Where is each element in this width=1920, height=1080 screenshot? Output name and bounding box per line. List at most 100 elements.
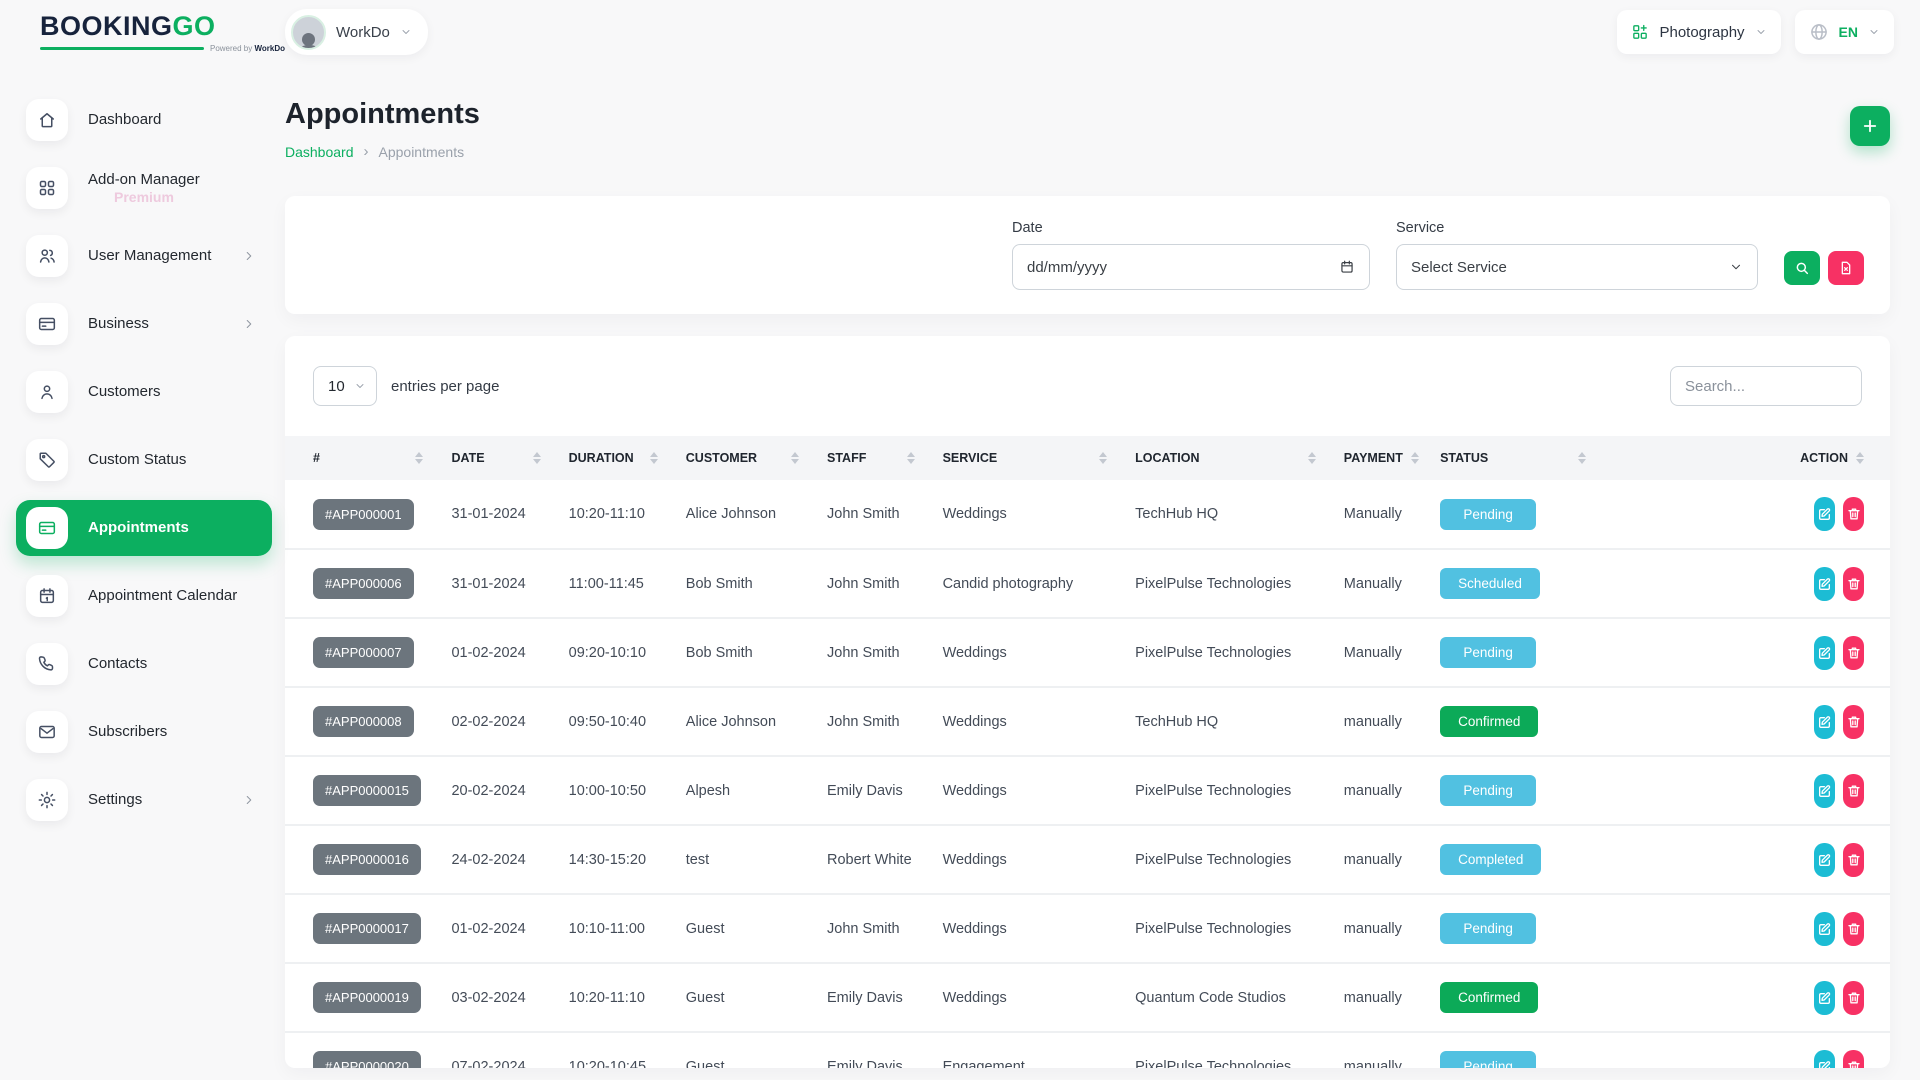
sort-icon [907, 452, 915, 464]
sidebar-item-label: Appointments [88, 519, 189, 536]
cell-payment: manually [1330, 894, 1426, 963]
cell-customer: Guest [672, 894, 813, 963]
cell-location: TechHub HQ [1121, 687, 1330, 756]
service-select[interactable]: Select Service [1396, 244, 1758, 290]
cell-payment: Manually [1330, 618, 1426, 687]
column-header-location[interactable]: LOCATION [1121, 436, 1330, 480]
cell-location: Quantum Code Studios [1121, 963, 1330, 1032]
entries-per-page-value: 10 [328, 378, 345, 395]
column-header-payment[interactable]: PAYMENT [1330, 436, 1426, 480]
apply-filter-button[interactable] [1784, 251, 1820, 285]
cell-duration: 09:20-10:10 [555, 618, 672, 687]
reset-filter-button[interactable] [1828, 251, 1864, 285]
delete-button[interactable] [1843, 567, 1864, 601]
delete-button[interactable] [1843, 497, 1864, 531]
edit-button[interactable] [1814, 774, 1835, 808]
cell-service: Candid photography [929, 549, 1122, 618]
cell-staff: John Smith [813, 894, 929, 963]
sidebar-item-appointments[interactable]: Appointments [16, 500, 272, 556]
sidebar-item-dashboard[interactable]: Dashboard [16, 92, 272, 148]
sidebar-item-settings[interactable]: Settings [16, 772, 272, 828]
business-switcher-dropdown[interactable]: Photography [1617, 10, 1780, 54]
delete-button[interactable] [1843, 705, 1864, 739]
column-header-status[interactable]: STATUS [1426, 436, 1800, 480]
column-header-date[interactable]: DATE [437, 436, 554, 480]
edit-button[interactable] [1814, 912, 1835, 946]
edit-button[interactable] [1814, 1050, 1835, 1069]
column-header-customer[interactable]: CUSTOMER [672, 436, 813, 480]
entries-per-page-select[interactable]: 10 [313, 366, 377, 406]
cell-staff: Emily Davis [813, 756, 929, 825]
trash-icon [1846, 852, 1862, 868]
sidebar-item-custom-status[interactable]: Custom Status [16, 432, 272, 488]
cell-date: 20-02-2024 [437, 756, 554, 825]
column-header-id[interactable]: # [285, 436, 437, 480]
column-header-duration[interactable]: DURATION [555, 436, 672, 480]
date-input[interactable]: dd/mm/yyyy [1012, 244, 1370, 290]
column-header-staff[interactable]: STAFF [813, 436, 929, 480]
column-header-service[interactable]: SERVICE [929, 436, 1122, 480]
cell-payment: manually [1330, 963, 1426, 1032]
edit-button[interactable] [1814, 843, 1835, 877]
powered-by-label: Powered by [210, 44, 252, 53]
workspace-dropdown[interactable]: WorkDo [285, 9, 428, 55]
logo-text-primary: BOOKING [40, 11, 173, 41]
status-badge: Confirmed [1440, 982, 1538, 1013]
pencil-square-icon [1817, 990, 1833, 1006]
phone-icon [37, 654, 57, 674]
breadcrumb-dashboard-link[interactable]: Dashboard [285, 144, 354, 160]
sidebar-item-contacts[interactable]: Contacts [16, 636, 272, 692]
trash-icon [1846, 1059, 1862, 1069]
powered-by-brand: WorkDo [254, 44, 285, 53]
sidebar-item-user-management[interactable]: User Management [16, 228, 272, 284]
appointment-id-badge: #APP0000015 [313, 775, 421, 806]
delete-button[interactable] [1843, 774, 1864, 808]
cell-customer: Alpesh [672, 756, 813, 825]
sort-icon [1411, 452, 1419, 464]
delete-button[interactable] [1843, 981, 1864, 1015]
delete-button[interactable] [1843, 912, 1864, 946]
edit-button[interactable] [1814, 497, 1835, 531]
cell-service: Weddings [929, 894, 1122, 963]
language-dropdown[interactable]: EN [1795, 10, 1894, 54]
chevron-right-icon [242, 249, 256, 263]
main-content: Appointments Dashboard › Appointments Da… [285, 64, 1920, 1068]
calendar-icon [1339, 259, 1355, 275]
cell-duration: 10:10-11:00 [555, 894, 672, 963]
delete-button[interactable] [1843, 843, 1864, 877]
cell-date: 24-02-2024 [437, 825, 554, 894]
appointment-id-badge: #APP0000016 [313, 844, 421, 875]
status-badge: Pending [1440, 1051, 1536, 1068]
delete-button[interactable] [1843, 1050, 1864, 1069]
pencil-square-icon [1817, 576, 1833, 592]
edit-button[interactable] [1814, 705, 1835, 739]
delete-button[interactable] [1843, 636, 1864, 670]
cell-date: 03-02-2024 [437, 963, 554, 1032]
add-appointment-button[interactable] [1850, 106, 1890, 146]
search-input[interactable] [1670, 366, 1862, 406]
cell-service: Engagement [929, 1032, 1122, 1068]
cell-location: TechHub HQ [1121, 480, 1330, 549]
sidebar-item-business[interactable]: Business [16, 296, 272, 352]
sidebar-item-add-on-manager[interactable]: Add-on Manager Premium [16, 160, 272, 216]
status-badge: Confirmed [1440, 706, 1538, 737]
sidebar-item-label: Settings [88, 791, 142, 808]
sidebar-item-label: Subscribers [88, 723, 167, 740]
appointment-id-badge: #APP0000017 [313, 913, 421, 944]
filter-panel: Date dd/mm/yyyy Service Select Service [285, 196, 1890, 314]
cell-payment: manually [1330, 756, 1426, 825]
table-row: #APP000006 31-01-2024 11:00-11:45 Bob Sm… [285, 549, 1890, 618]
cell-duration: 10:20-11:10 [555, 963, 672, 1032]
edit-button[interactable] [1814, 636, 1835, 670]
edit-button[interactable] [1814, 981, 1835, 1015]
sidebar-item-customers[interactable]: Customers [16, 364, 272, 420]
edit-button[interactable] [1814, 567, 1835, 601]
sidebar-item-appointment-calendar[interactable]: Appointment Calendar [16, 568, 272, 624]
column-header-action[interactable]: ACTION [1800, 436, 1890, 480]
pencil-square-icon [1817, 645, 1833, 661]
sidebar-item-subscribers[interactable]: Subscribers [16, 704, 272, 760]
cell-duration: 11:00-11:45 [555, 549, 672, 618]
date-filter-label: Date [1012, 220, 1370, 236]
sidebar-item-label: User Management [88, 247, 211, 264]
language-code: EN [1839, 24, 1858, 40]
